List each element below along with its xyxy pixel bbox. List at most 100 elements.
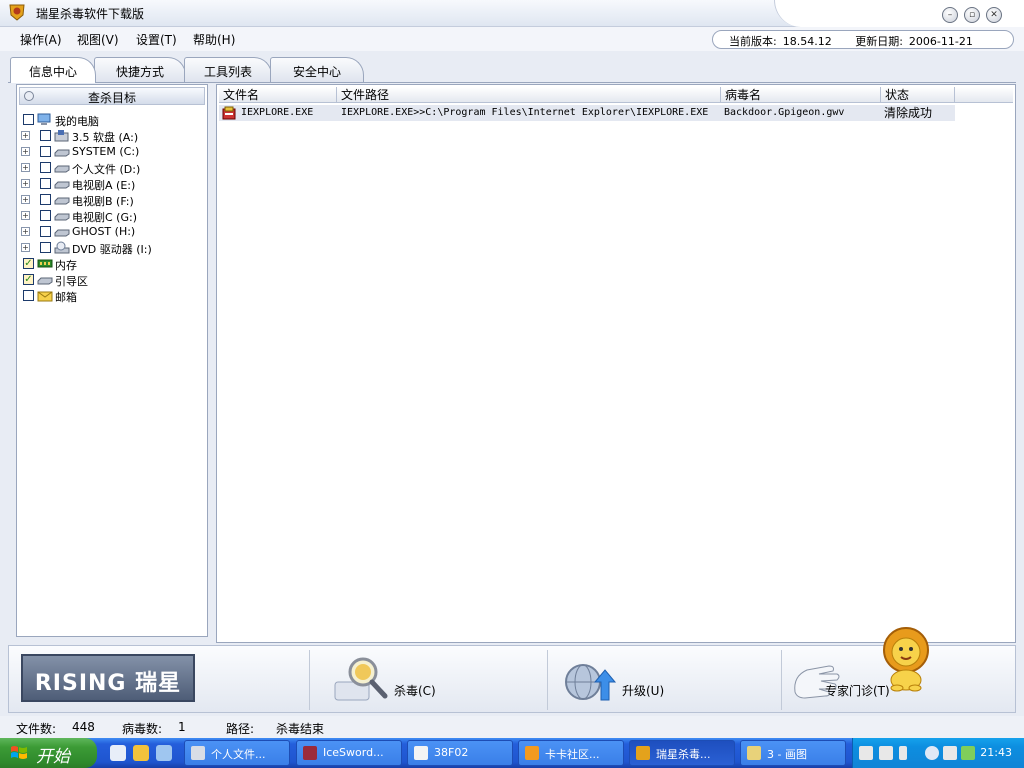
tree-item[interactable]: + DVD 驱动器 (I:) [21,240,205,256]
expand-toggle[interactable]: + [21,131,30,140]
expand-toggle[interactable]: + [21,211,30,220]
file-count: 448 [72,720,95,734]
expand-toggle[interactable]: + [21,147,30,156]
computer-icon [37,113,51,125]
tree-item[interactable]: 我的电脑 [21,112,205,128]
tree-checkbox[interactable] [23,290,34,301]
hard-drive-icon [54,229,70,237]
messenger-icon[interactable] [133,745,149,761]
drive-icon [191,746,205,760]
keyboard-icon[interactable] [859,746,873,760]
menu-view[interactable]: 视图(V) [77,31,119,48]
taskbar: 开始 个人文件... IceSword... 38F02 卡卡社区... 瑞星杀… [0,738,1024,768]
expand-toggle[interactable]: + [21,195,30,204]
current-version: 18.54.12 [782,35,832,48]
tree-checkbox[interactable]: ✓ [23,258,34,269]
task-paint[interactable]: 3 - 画图 [740,740,846,766]
restore-button[interactable]: ▫ [964,7,980,23]
tab-shortcuts[interactable]: 快捷方式 [94,57,186,82]
table-row[interactable]: IEXPLORE.EXE IEXPLORE.EXE>>C:\Program Fi… [219,105,955,121]
tree-item[interactable]: +3.5 软盘 (A:) [21,128,205,144]
network-icon[interactable] [899,746,907,760]
scan-target-header: 查杀目标 [19,87,205,105]
expand-toggle[interactable]: + [21,243,30,252]
tree-item[interactable]: + 电视剧C (G:) [21,208,205,224]
tree-checkbox[interactable] [40,226,51,237]
paint-icon [747,746,761,760]
cell-file-path: IEXPLORE.EXE>>C:\Program Files\Internet … [341,107,709,118]
task-kaka-community[interactable]: 卡卡社区... [518,740,624,766]
rising-monitor-icon[interactable] [961,746,975,760]
task-rising-antivirus[interactable]: 瑞星杀毒... [629,740,735,766]
tree-checkbox[interactable] [40,210,51,221]
tree-item[interactable]: + SYSTEM (C:) [21,144,205,160]
menu-help[interactable]: 帮助(H) [193,31,235,48]
floppy-drive-icon [54,130,69,142]
firefox-icon [525,746,539,760]
column-virus-name[interactable]: 病毒名 [721,87,881,103]
hard-drive-icon [54,213,70,221]
task-label: IceSword... [323,746,384,759]
task-personal-files[interactable]: 个人文件... [184,740,290,766]
column-status[interactable]: 状态 [881,87,955,103]
tree-item-label: 电视剧C (G:) [72,211,137,224]
tab-info-center[interactable]: 信息中心 [10,57,96,83]
expand-toggle[interactable]: + [21,179,30,188]
scan-target-panel: 查杀目标 我的电脑 +3.5 软盘 (A:) + SYSTEM (C:) + 个人文件 (… [16,84,208,637]
tree-item[interactable]: + 电视剧A (E:) [21,176,205,192]
results-list: 文件名 文件路径 病毒名 状态 IEXPLORE.EXE IEXPLORE.EX… [216,84,1016,643]
update-date: 2006-11-21 [908,35,973,48]
column-file-path[interactable]: 文件路径 [337,87,721,103]
bottom-toolbar: RISING 瑞星 杀毒(C) 升级(U) 专家门诊(T) [8,627,1016,713]
tree-checkbox[interactable]: ✓ [23,274,34,285]
tree-checkbox[interactable] [23,114,34,125]
tree-checkbox[interactable] [40,130,51,141]
help-icon[interactable] [879,746,893,760]
tray-expand-icon[interactable] [925,746,939,760]
tree-item-label: SYSTEM (C:) [72,145,140,158]
expand-toggle[interactable]: + [21,163,30,172]
expert-clinic-button[interactable]: 专家门诊(T) [791,627,1013,712]
column-file-name[interactable]: 文件名 [219,87,337,103]
toolbar-separator [309,650,310,710]
start-button[interactable]: 开始 [0,738,97,768]
expand-toggle[interactable]: + [21,227,30,236]
tree-checkbox[interactable] [40,194,51,205]
upgrade-label: 升级(U) [622,684,665,698]
tree-item-label: 电视剧A (E:) [72,179,136,192]
scan-target-title: 查杀目标 [87,91,136,105]
tree-item[interactable]: + 电视剧B (F:) [21,192,205,208]
tree-item-label: 3.5 软盘 (A:) [72,131,139,144]
tree-checkbox[interactable] [40,242,51,253]
title-bar: 瑞星杀毒软件下载版 – ▫ ✕ [0,0,1024,27]
windows-flag-icon [11,746,27,759]
tab-tools[interactable]: 工具列表 [184,57,272,82]
tree-checkbox[interactable] [40,178,51,189]
tree-checkbox[interactable] [40,146,51,157]
scan-label: 杀毒(C) [394,684,436,698]
minimize-button[interactable]: – [942,7,958,23]
menu-settings[interactable]: 设置(T) [136,31,177,48]
tree-checkbox[interactable] [40,162,51,173]
path-value: 杀毒结束 [276,722,325,736]
toolbar-separator [547,650,548,710]
tree-item[interactable]: ✓ 引导区 [21,272,205,288]
browser-icon[interactable] [156,745,172,761]
notepad-icon[interactable] [943,746,957,760]
tree-item[interactable]: 邮箱 [21,288,205,304]
task-38f02[interactable]: 38F02 [407,740,513,766]
tab-security-center[interactable]: 安全中心 [270,57,364,82]
menu-operation[interactable]: 操作(A) [20,31,62,48]
task-icesword[interactable]: IceSword... [296,740,402,766]
tree-item[interactable]: + GHOST (H:) [21,224,205,240]
hard-drive-icon [54,165,70,173]
tree-item[interactable]: ✓ 内存 [21,256,205,272]
tree-item[interactable]: + 个人文件 (D:) [21,160,205,176]
mailbox-icon [37,291,53,302]
tab-divider [8,82,1016,83]
upgrade-button[interactable]: 升级(U) [559,646,759,712]
close-button[interactable]: ✕ [986,7,1002,23]
scan-button[interactable]: 杀毒(C) [329,646,529,712]
show-desktop-icon[interactable] [110,745,126,761]
hard-drive-icon [54,149,70,157]
